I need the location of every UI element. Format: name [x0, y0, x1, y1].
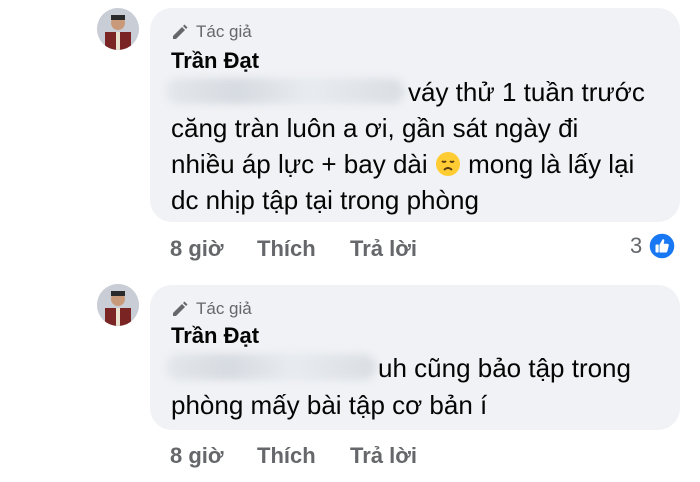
author-badge-label: Tác giả	[196, 299, 252, 318]
pencil-icon	[173, 24, 188, 39]
author-name[interactable]: Trần Đạt	[171, 48, 259, 74]
like-button[interactable]: Thích	[257, 236, 316, 262]
redacted-mention	[166, 354, 376, 380]
reply-button[interactable]: Trả lời	[350, 236, 417, 262]
reaction-count: 3	[630, 233, 643, 258]
redacted-mention	[166, 78, 404, 104]
avatar[interactable]	[97, 8, 139, 50]
timestamp[interactable]: 8 giờ	[170, 236, 224, 262]
comment-text-line: căng tràn luôn a ơi, gần sát ngày đi	[171, 113, 579, 143]
comment-text-line: váy thử 1 tuần trước	[408, 77, 645, 107]
pencil-icon	[173, 301, 188, 316]
comment-text-line: uh cũng bảo tập trong	[378, 353, 631, 383]
comment-bubble: Tác giả Trần Đạt uh cũng bảo tập trong p…	[150, 285, 680, 430]
reaction-summary[interactable]: 3	[630, 232, 676, 260]
comment-text-segment: nhiều áp lực + bay dài	[171, 149, 428, 179]
comment-bubble: Tác giả Trần Đạt váy thử 1 tuần trước că…	[150, 8, 680, 222]
author-badge-label: Tác giả	[196, 22, 252, 41]
comment-text-line: phòng mấy bài tập cơ bản í	[171, 390, 488, 420]
author-badge: Tác giả	[171, 299, 252, 319]
avatar[interactable]	[97, 284, 139, 326]
like-reaction-icon	[648, 232, 676, 260]
comment-text-line: nhiều áp lực + bay dài mong là lấy lại	[171, 146, 634, 182]
author-badge: Tác giả	[171, 22, 252, 42]
reply-button[interactable]: Trả lời	[350, 443, 417, 469]
timestamp[interactable]: 8 giờ	[170, 443, 224, 469]
author-name[interactable]: Trần Đạt	[171, 323, 259, 349]
disappointed-face-emoji	[435, 152, 460, 176]
comment-text-segment: mong là lấy lại	[468, 149, 635, 179]
like-button[interactable]: Thích	[257, 443, 316, 469]
comment-text-line: dc nhịp tập tại trong phòng	[171, 185, 479, 215]
